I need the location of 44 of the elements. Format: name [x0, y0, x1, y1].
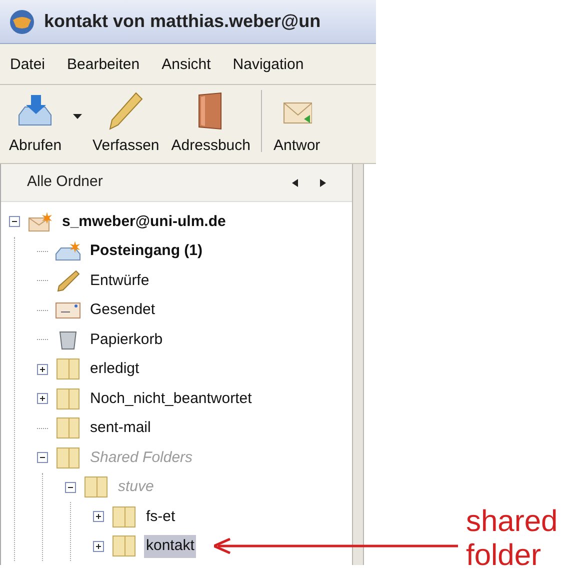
toolbar-button[interactable]: Antwor	[272, 96, 322, 157]
folder-item[interactable]: Entwürfe	[88, 270, 152, 292]
envelope-icon	[55, 301, 81, 320]
folder-item[interactable]: fs-et	[144, 506, 178, 528]
folder-item[interactable]: sent-mail	[88, 417, 153, 440]
account-mail-icon	[28, 212, 52, 232]
window-title: kontakt von matthias.weber@un	[44, 10, 321, 33]
menu-item[interactable]: Datei	[10, 54, 46, 77]
pencil-icon	[56, 270, 80, 292]
app-logo-icon	[8, 8, 36, 36]
folder-icon	[56, 388, 80, 410]
collapse-icon[interactable]	[37, 452, 48, 464]
expand-icon[interactable]	[93, 540, 104, 552]
dropdown-caret-icon[interactable]	[72, 114, 82, 118]
trash-icon	[59, 330, 77, 350]
expand-icon[interactable]	[37, 393, 48, 404]
menu-item[interactable]: Bearbeiten	[67, 54, 140, 77]
inbox-icon	[54, 241, 82, 262]
previous-icon[interactable]	[292, 178, 298, 186]
menu-item[interactable]: Navigation	[232, 54, 304, 77]
folder-icon	[112, 535, 136, 558]
folder-icon	[56, 446, 80, 469]
folder-icon	[56, 358, 80, 380]
collapse-icon[interactable]	[65, 482, 76, 493]
annotation-label: shared folder	[466, 505, 559, 573]
pane-title: Alle Ordner	[27, 172, 103, 192]
folder-item[interactable]: erledigt	[88, 358, 142, 380]
collapse-icon[interactable]	[9, 216, 20, 228]
folder-icon	[84, 476, 108, 498]
folder-item[interactable]: Posteingang (1)	[88, 240, 205, 262]
folder-item[interactable]: Papierkorb	[88, 328, 165, 351]
folder-icon	[112, 506, 136, 528]
expand-icon[interactable]	[37, 364, 48, 375]
folder-item[interactable]: Noch_nicht_beantwortet	[88, 388, 254, 410]
folder-item[interactable]: Gesendet	[88, 299, 158, 322]
toolbar-button[interactable]: Abrufen	[8, 92, 63, 157]
toolbar-button[interactable]: Verfassen	[92, 90, 160, 157]
folder-icon	[56, 417, 80, 440]
toolbar-button[interactable]: Adressbuch	[170, 90, 252, 157]
next-icon[interactable]	[320, 178, 326, 186]
folder-item[interactable]: s_mweber@uni-ulm.de	[60, 210, 228, 233]
folder-item[interactable]: kontakt	[144, 535, 196, 558]
menu-item[interactable]: Ansicht	[162, 54, 211, 77]
expand-icon[interactable]	[93, 511, 104, 522]
